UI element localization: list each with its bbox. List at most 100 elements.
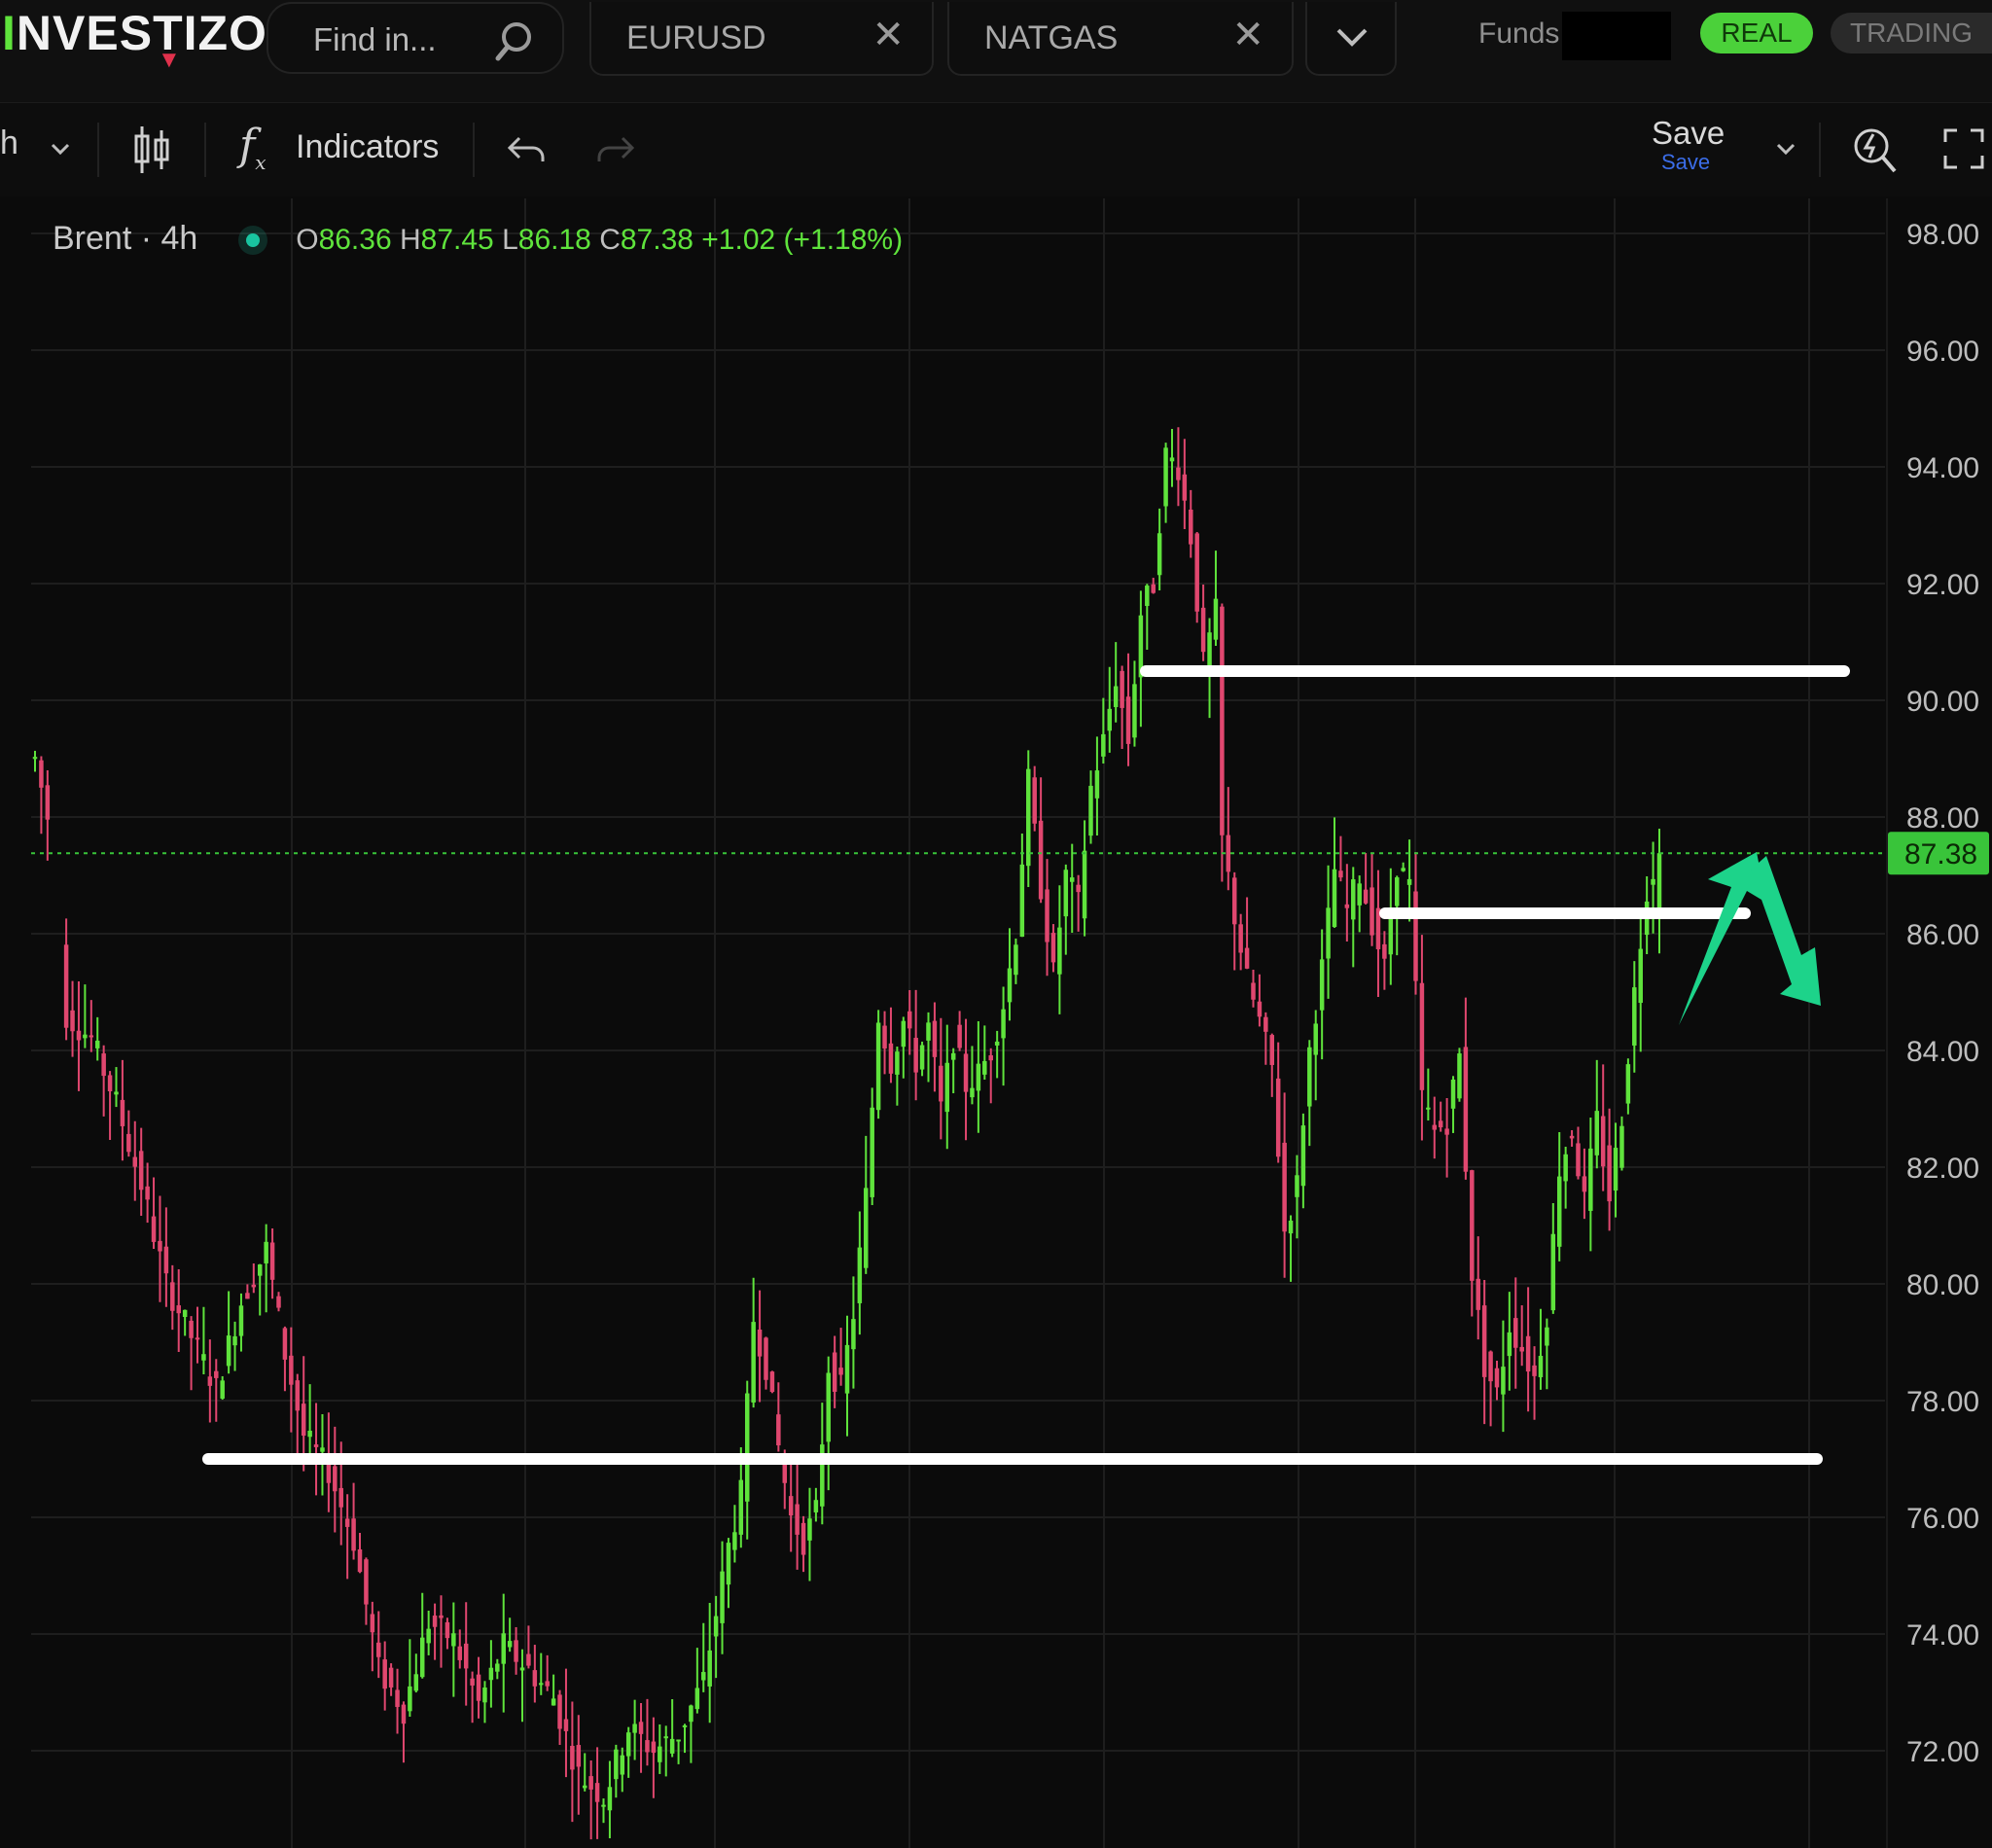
candle-body (1151, 584, 1156, 593)
candle-body (1613, 1148, 1618, 1191)
save-button[interactable]: Save Save (1644, 103, 1741, 196)
candle-body (395, 1689, 400, 1707)
candle-body (919, 1045, 925, 1070)
candle-body (1556, 1176, 1562, 1247)
candle-body (1363, 889, 1369, 904)
close-icon[interactable]: ✕ (872, 16, 905, 54)
candle-body (138, 1151, 144, 1191)
candle-body (344, 1518, 350, 1527)
candle-body (145, 1186, 150, 1200)
candle-body (1382, 943, 1387, 959)
symbol-title[interactable]: Brent · 4h (53, 220, 197, 257)
close-icon[interactable]: ✕ (1231, 16, 1264, 54)
tab-natgas[interactable]: NATGAS ✕ (947, 2, 1294, 76)
fullscreen-icon[interactable] (1941, 126, 1986, 171)
timeframe-value: h (0, 124, 18, 161)
quick-search-icon[interactable] (1850, 123, 1901, 177)
mode-trading-button[interactable]: TRADING (1831, 13, 1992, 53)
candle-body (45, 785, 51, 820)
more-tabs-button[interactable] (1305, 2, 1397, 76)
candle-body (1494, 1368, 1500, 1388)
top-bar: INVESTIZO ▼ Find in... EURUSD ✕ NATGAS ✕… (0, 0, 1992, 103)
candle-body (382, 1659, 387, 1689)
search-icon[interactable] (490, 18, 537, 64)
drawn-levels-layer (202, 665, 1850, 1465)
candle-body (176, 1305, 181, 1314)
candle-body (83, 1034, 88, 1039)
candle-body (1426, 1107, 1431, 1110)
candle-body (957, 1024, 962, 1048)
candle-body (1307, 1047, 1312, 1107)
toolbar-divider (204, 123, 206, 177)
candle-body (1545, 1327, 1549, 1346)
logo-arrow-icon: ▼ (158, 47, 182, 73)
search-input[interactable]: Find in... (313, 21, 437, 58)
mode-real-button[interactable]: REAL (1700, 13, 1813, 53)
candle-body (738, 1479, 744, 1535)
candle-body (1057, 927, 1062, 975)
candle-body (1625, 1064, 1631, 1104)
arrow-up-annotation (1679, 852, 1766, 1025)
chart-canvas[interactable]: 98.00 96.00 94.00 92.00 90.00 88.00 86.00 84.00… (0, 198, 1992, 1848)
candle-body (944, 1062, 950, 1113)
candle-body (1501, 1367, 1506, 1395)
chevron-down-icon[interactable] (51, 142, 70, 156)
search-box[interactable]: Find in... (267, 2, 564, 74)
price-tick-label: 88.00 (1906, 802, 1979, 835)
candle-body (888, 1043, 894, 1074)
candle-body (63, 944, 69, 1028)
candle-body (1107, 708, 1113, 731)
open-value: 86.36 (318, 224, 392, 256)
candle-body (313, 1444, 319, 1447)
logo-text: NVESTIZO (16, 6, 267, 60)
candle-body (158, 1240, 162, 1252)
candle-body (276, 1296, 281, 1308)
candle-body (1525, 1335, 1531, 1372)
candle-body (507, 1641, 513, 1648)
candle-body (875, 1022, 881, 1111)
candle-body (594, 1783, 600, 1802)
brand-logo[interactable]: INVESTIZO ▼ (2, 6, 267, 73)
candle-body (451, 1633, 456, 1647)
ohlc-values: O86.36 H87.45 L86.18 C87.38 +1.02 (+1.18… (296, 224, 903, 256)
candle-body (526, 1653, 531, 1666)
candle-body (445, 1621, 450, 1639)
candle-body (1269, 1035, 1275, 1065)
chevron-down-icon[interactable] (1776, 142, 1796, 156)
function-icon: fx (239, 121, 267, 174)
candle-body (195, 1337, 200, 1340)
arrow-down-annotation (1751, 856, 1821, 1006)
candle-body (269, 1242, 275, 1280)
price-tick-label: 72.00 (1906, 1736, 1979, 1768)
close-label: C (599, 224, 621, 256)
candle-body (107, 1075, 113, 1091)
tab-eurusd[interactable]: EURUSD ✕ (589, 2, 934, 76)
candle-body (1532, 1365, 1537, 1376)
candle-body (1338, 871, 1343, 878)
candle-body (826, 1372, 831, 1442)
candle-body (482, 1687, 487, 1703)
candle-body (232, 1335, 237, 1346)
candle-body (607, 1787, 613, 1811)
candle-body (1275, 1078, 1281, 1157)
candle-body (1313, 1023, 1318, 1055)
indicators-button[interactable]: fx Indicators (239, 121, 444, 179)
timeframe-selector[interactable]: h (0, 124, 18, 162)
candle-body (514, 1640, 518, 1662)
undo-icon[interactable] (506, 132, 549, 167)
candle-body (769, 1371, 775, 1393)
price-chart[interactable]: 98.00 96.00 94.00 92.00 90.00 88.00 86.00 84.00… (0, 198, 1992, 1848)
candle-body (970, 1087, 975, 1098)
candlestick-type-icon[interactable] (132, 124, 171, 175)
annotation-layer (1679, 852, 1821, 1025)
candle-body (426, 1628, 431, 1644)
market-status-dot (245, 233, 260, 248)
candle-body (32, 757, 38, 760)
candle-body (663, 1736, 668, 1739)
candle-body (408, 1686, 412, 1712)
candle-body (795, 1504, 800, 1535)
redo-icon[interactable] (593, 132, 636, 167)
candle-body (1094, 770, 1100, 799)
candle-body (301, 1404, 306, 1437)
tab-label: EURUSD (626, 19, 766, 56)
